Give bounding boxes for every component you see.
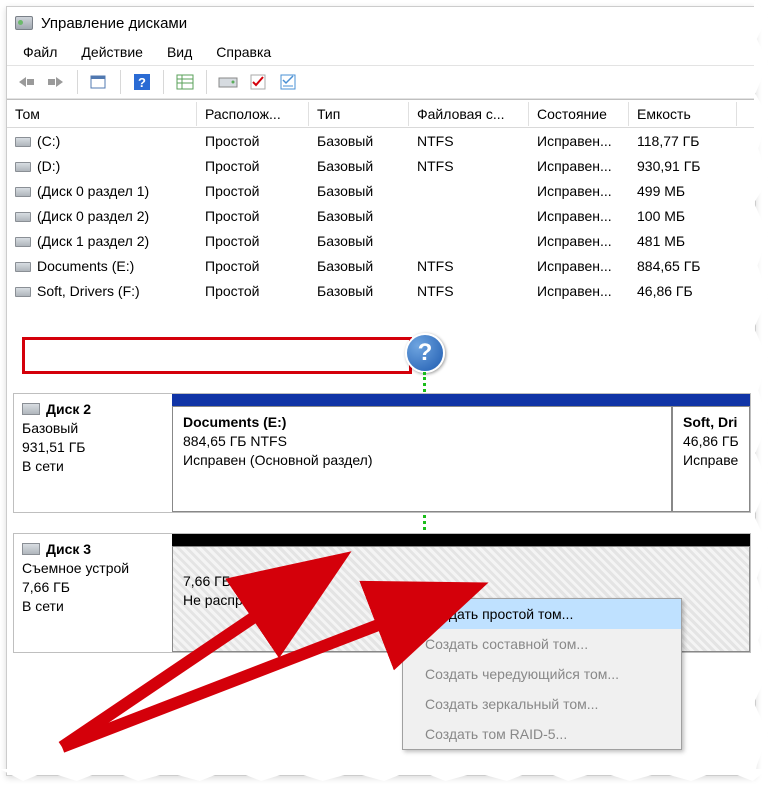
disk-icon (22, 543, 40, 555)
svg-text:?: ? (138, 75, 146, 90)
ctx-create-raid5-volume: Создать том RAID-5... (403, 719, 681, 749)
list-view-icon[interactable] (172, 69, 198, 95)
titlebar: Управление дисками (7, 7, 755, 39)
disk3-colorbar (172, 534, 750, 546)
disk3-status: В сети (22, 598, 64, 614)
table-row[interactable]: Soft, Drivers (F:)ПростойБазовыйNTFSИспр… (7, 278, 755, 303)
menu-help[interactable]: Справка (204, 41, 283, 63)
table-row[interactable]: (C:)ПростойБазовыйNTFSИсправен...118,77 … (7, 128, 755, 153)
disk3-label[interactable]: Диск 3 Съемное устрой 7,66 ГБ В сети (14, 534, 166, 652)
part-status: Исправен (Основной раздел) (183, 452, 373, 468)
volume-grid: Том Располож... Тип Файловая с... Состоя… (7, 99, 755, 303)
part-status: Не распределена (183, 592, 297, 608)
volume-icon (15, 162, 31, 172)
part-title: Documents (E:) (183, 414, 286, 430)
back-button[interactable] (13, 69, 39, 95)
volume-icon (15, 137, 31, 147)
ctx-create-mirrored-volume: Создать зеркальный том... (403, 689, 681, 719)
disk3-type: Съемное устрой (22, 560, 129, 576)
disk2-partition-e[interactable]: Documents (E:) 884,65 ГБ NTFS Исправен (… (172, 406, 672, 512)
app-icon (15, 16, 33, 30)
table-row[interactable]: (Диск 0 раздел 1)ПростойБазовыйИсправен.… (7, 178, 755, 203)
disk2-colorbar (172, 394, 750, 406)
torn-edge-decoration (754, 0, 768, 781)
col-volume[interactable]: Том (7, 102, 197, 126)
table-row[interactable]: Documents (E:)ПростойБазовыйNTFSИсправен… (7, 253, 755, 278)
drive-icon[interactable] (215, 69, 241, 95)
annotation-highlight (22, 337, 412, 374)
ctx-create-spanned-volume: Создать составной том... (403, 629, 681, 659)
disk2-panel: Диск 2 Базовый 931,51 ГБ В сети Document… (13, 393, 751, 513)
col-capacity[interactable]: Емкость (629, 102, 737, 126)
col-type[interactable]: Тип (309, 102, 409, 126)
window-title: Управление дисками (41, 15, 187, 32)
disk2-label[interactable]: Диск 2 Базовый 931,51 ГБ В сети (14, 394, 166, 512)
col-status[interactable]: Состояние (529, 102, 629, 126)
table-row[interactable]: (Диск 1 раздел 2)ПростойБазовыйИсправен.… (7, 228, 755, 253)
help-badge-icon: ? (405, 333, 445, 373)
disk3-name: Диск 3 (46, 541, 91, 557)
part-status: Исправе (683, 452, 738, 468)
disk2-name: Диск 2 (46, 401, 91, 417)
table-row[interactable]: (D:)ПростойБазовыйNTFSИсправен...930,91 … (7, 153, 755, 178)
toolbar: ? (7, 65, 755, 99)
col-fs[interactable]: Файловая с... (409, 102, 529, 126)
volume-icon (15, 187, 31, 197)
disk2-partition-f[interactable]: Soft, Dri 46,86 ГБ Исправе (672, 406, 750, 512)
menu-action[interactable]: Действие (69, 41, 155, 63)
disk3-size: 7,66 ГБ (22, 579, 70, 595)
properties-icon[interactable] (86, 69, 112, 95)
check-icon[interactable] (245, 69, 271, 95)
grid-header: Том Располож... Тип Файловая с... Состоя… (7, 100, 755, 128)
part-size: 884,65 ГБ NTFS (183, 433, 287, 449)
part-size: 7,66 ГБ (183, 573, 231, 589)
context-menu: Создать простой том... Создать составной… (402, 598, 682, 750)
help-icon[interactable]: ? (129, 69, 155, 95)
menubar: Файл Действие Вид Справка (7, 39, 755, 65)
options-icon[interactable] (275, 69, 301, 95)
part-title: Soft, Dri (683, 414, 737, 430)
menu-file[interactable]: Файл (11, 41, 69, 63)
volume-icon (15, 212, 31, 222)
ctx-create-striped-volume: Создать чередующийся том... (403, 659, 681, 689)
forward-button[interactable] (43, 69, 69, 95)
col-layout[interactable]: Располож... (197, 102, 309, 126)
disk-mgmt-window: Управление дисками Файл Действие Вид Спр… (6, 6, 756, 776)
table-row[interactable]: (Диск 0 раздел 2)ПростойБазовыйИсправен.… (7, 203, 755, 228)
volume-icon (15, 262, 31, 272)
part-size: 46,86 ГБ (683, 433, 739, 449)
volume-icon (15, 287, 31, 297)
disk2-status: В сети (22, 458, 64, 474)
volume-icon (15, 237, 31, 247)
disk2-type: Базовый (22, 420, 78, 436)
disk2-size: 931,51 ГБ (22, 439, 85, 455)
menu-view[interactable]: Вид (155, 41, 204, 63)
ctx-create-simple-volume[interactable]: Создать простой том... (403, 599, 681, 629)
disk-icon (22, 403, 40, 415)
